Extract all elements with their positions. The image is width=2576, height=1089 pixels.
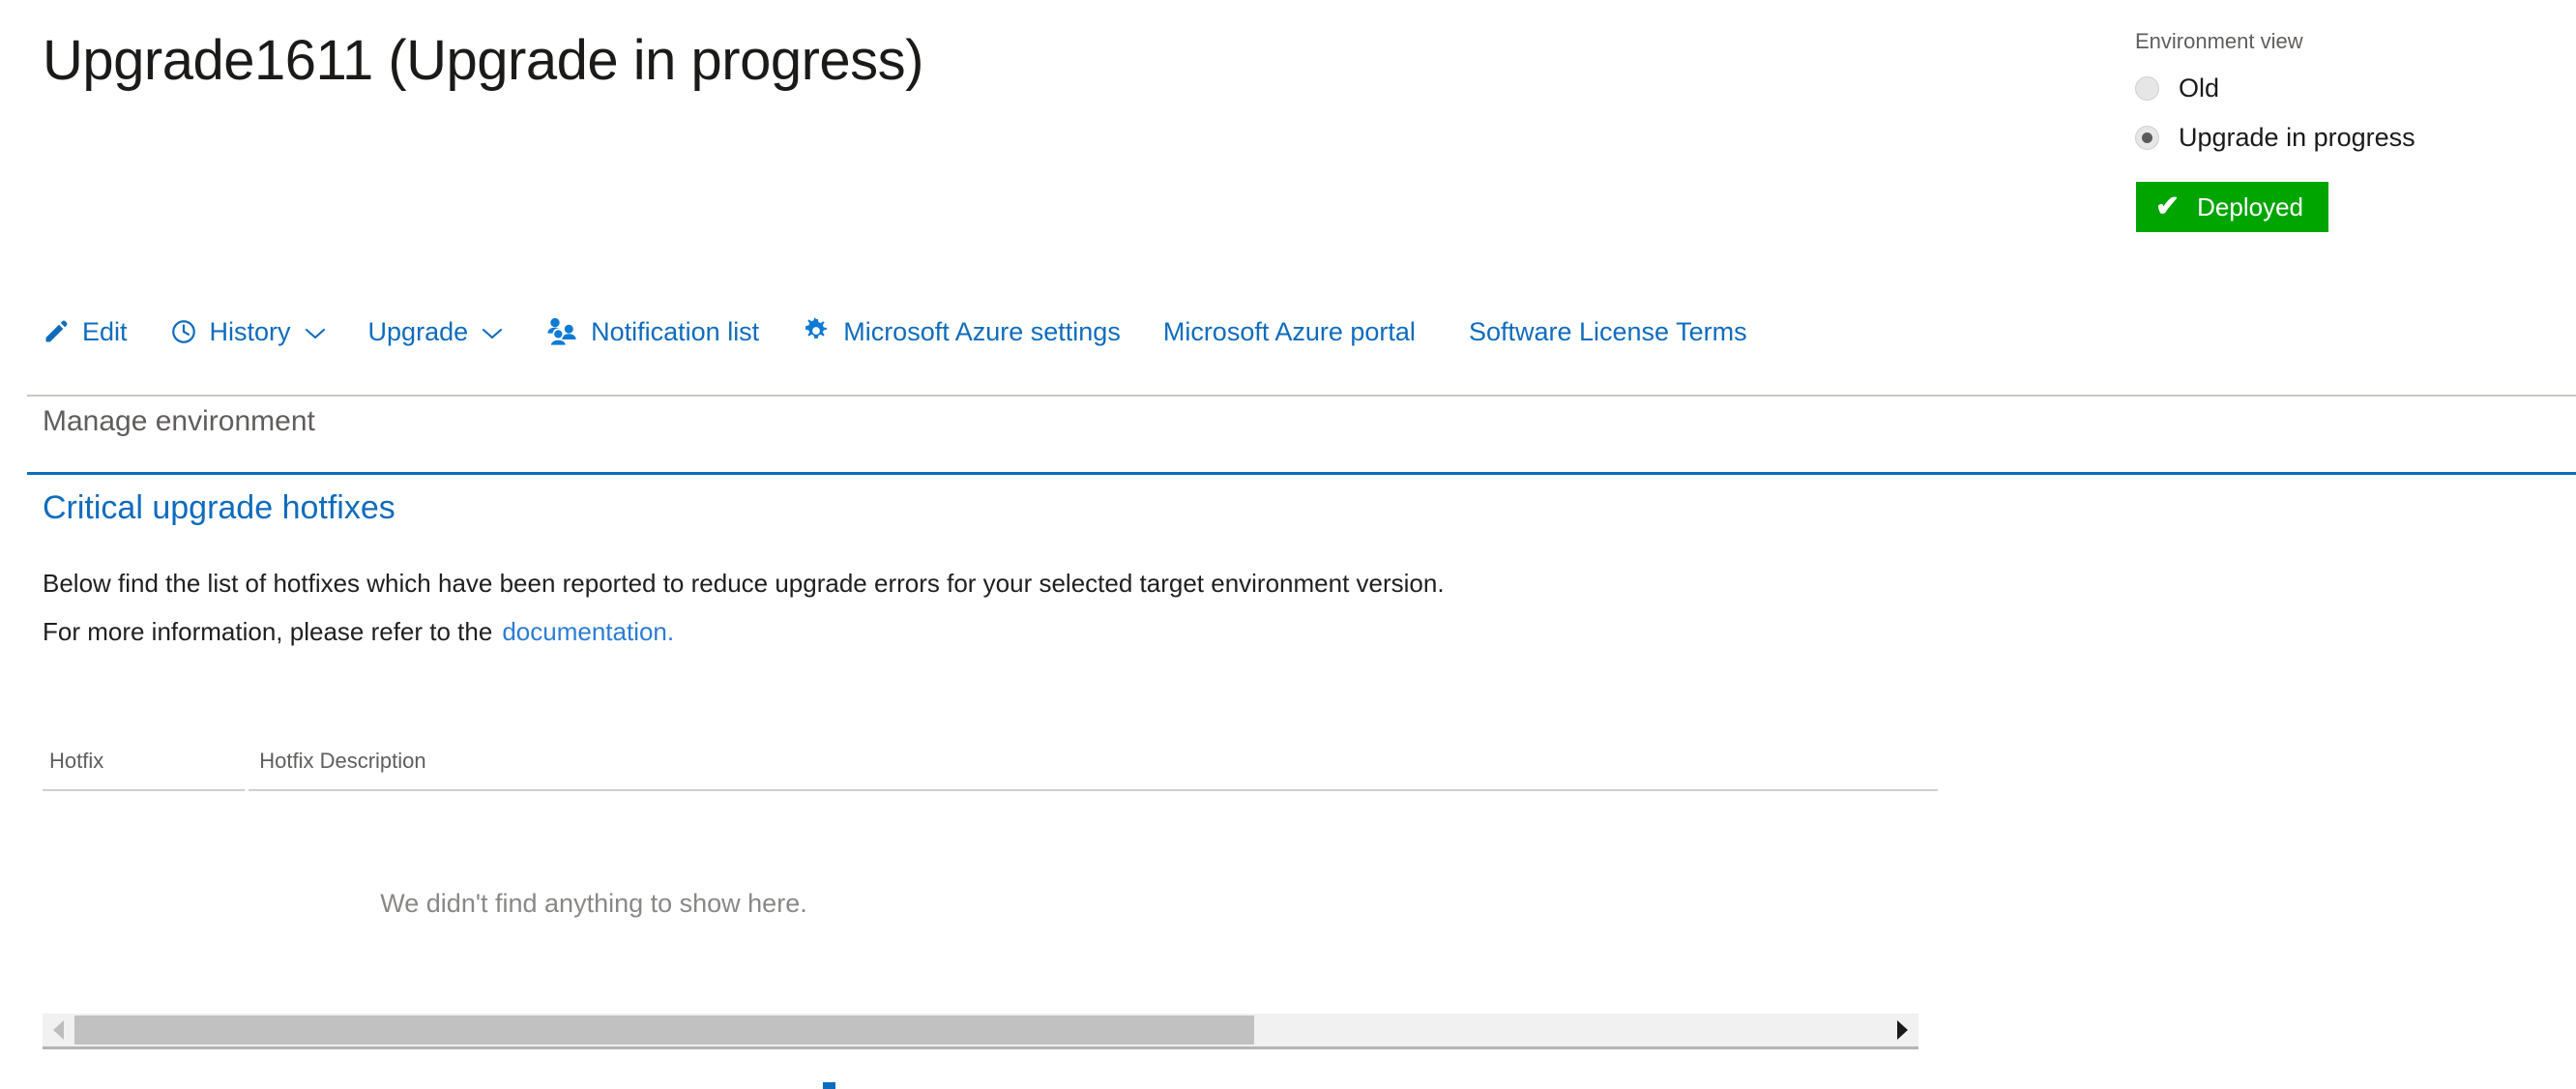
people-group-icon: [545, 317, 578, 346]
gear-icon: [802, 317, 831, 346]
chevron-down-icon: [482, 319, 503, 345]
section-description: Below find the list of hotfixes which ha…: [43, 559, 1686, 656]
description-line-2: For more information, please refer to th…: [43, 607, 1686, 656]
column-header-hotfix-description[interactable]: Hotfix Description: [249, 751, 1938, 791]
radio-button-upgrade-in-progress[interactable]: [2135, 126, 2159, 150]
pencil-icon: [43, 318, 70, 345]
status-badge: ✔ Deployed: [2136, 182, 2328, 232]
description-line-2-text: For more information, please refer to th…: [43, 617, 492, 646]
scrollbar-thumb[interactable]: [74, 1015, 1254, 1045]
radio-button-old[interactable]: [2135, 76, 2159, 101]
check-icon: ✔: [2155, 192, 2180, 221]
grid-header-row: Hotfix Hotfix Description: [43, 735, 1938, 791]
chevron-down-icon: [305, 319, 326, 345]
arrow-right-glyph: [1897, 1020, 1908, 1040]
tab-active-underline: [27, 472, 2576, 475]
status-badge-label: Deployed: [2197, 192, 2303, 222]
edit-label: Edit: [82, 319, 128, 345]
section-title-critical-upgrade-hotfixes[interactable]: Critical upgrade hotfixes: [43, 488, 395, 528]
radio-label-old: Old: [2179, 75, 2219, 102]
radio-option-old[interactable]: Old: [2135, 75, 2541, 102]
azure-portal-link[interactable]: Microsoft Azure portal: [1163, 319, 1416, 345]
page-title: Upgrade1611 (Upgrade in progress): [43, 29, 923, 94]
edit-button[interactable]: Edit: [43, 318, 128, 345]
tab-manage-environment[interactable]: Manage environment: [43, 407, 315, 436]
history-menu-button[interactable]: History: [170, 318, 326, 345]
horizontal-scrollbar[interactable]: [43, 1014, 1918, 1049]
manage-environment-tabstrip: Manage environment: [27, 395, 2576, 447]
azure-settings-label: Microsoft Azure settings: [843, 319, 1121, 345]
upgrade-menu-button[interactable]: Upgrade: [368, 319, 504, 345]
description-line-1: Below find the list of hotfixes which ha…: [43, 559, 1686, 607]
radio-label-upgrade-in-progress: Upgrade in progress: [2179, 125, 2415, 151]
software-license-terms-link[interactable]: Software License Terms: [1469, 319, 1747, 345]
grid-empty-message: We didn't find anything to show here.: [43, 791, 1145, 1015]
column-header-hotfix[interactable]: Hotfix: [43, 751, 245, 791]
arrow-right-icon[interactable]: [1887, 1014, 1918, 1046]
environment-view-panel: Environment view Old Upgrade in progress…: [2135, 29, 2541, 232]
notification-list-button[interactable]: Notification list: [545, 317, 759, 346]
environment-view-label: Environment view: [2135, 29, 2541, 54]
history-label: History: [210, 319, 291, 345]
software-license-terms-label: Software License Terms: [1469, 319, 1747, 345]
clipped-content-sliver: [823, 1082, 835, 1089]
clock-icon: [170, 318, 197, 345]
arrow-left-icon[interactable]: [43, 1014, 74, 1046]
hotfix-grid: Hotfix Hotfix Description We didn't find…: [43, 735, 1938, 1015]
documentation-link[interactable]: documentation.: [502, 617, 674, 646]
radio-option-upgrade-in-progress[interactable]: Upgrade in progress: [2135, 125, 2541, 151]
azure-settings-button[interactable]: Microsoft Azure settings: [802, 317, 1121, 346]
upgrade-label: Upgrade: [368, 319, 469, 345]
azure-portal-label: Microsoft Azure portal: [1163, 319, 1416, 345]
notification-list-label: Notification list: [591, 319, 759, 345]
arrow-left-glyph: [53, 1020, 64, 1040]
command-bar: Edit History Upgrade: [43, 305, 1747, 359]
